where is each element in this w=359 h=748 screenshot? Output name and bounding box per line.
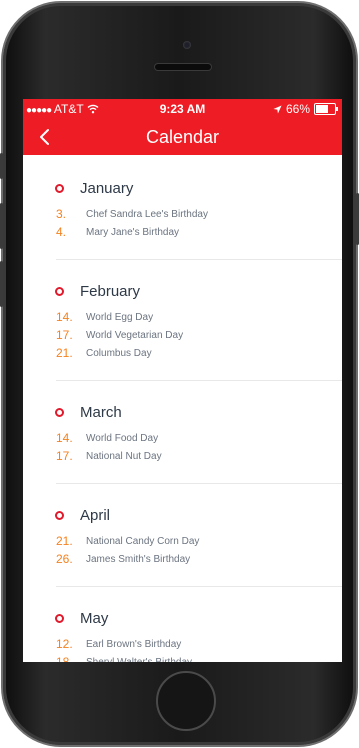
event-item[interactable]: 12. Earl Brown's Birthday xyxy=(23,635,342,653)
event-list: 21. National Candy Corn Day 26. James Smith… xyxy=(23,532,342,568)
event-item[interactable]: 26. James Smith's Birthday xyxy=(23,550,342,568)
event-title: National Candy Corn Day xyxy=(86,535,200,547)
battery-fill xyxy=(316,105,328,113)
event-list: 14. World Food Day 17. National Nut Day xyxy=(23,429,342,465)
status-right: 66% xyxy=(273,102,338,116)
month-bullet-icon xyxy=(55,613,64,623)
event-day: 21. xyxy=(56,346,73,360)
month-section: May 12. Earl Brown's Birthday 18. Sheryl Wal… xyxy=(23,587,342,662)
event-list: 3. Chef Sandra Lee's Birthday 4. Mary Jane'… xyxy=(23,205,342,241)
month-section: March 14. World Food Day 17. National Nut Da… xyxy=(23,381,342,465)
event-day: 14. xyxy=(56,431,73,445)
event-day: 14. xyxy=(56,310,73,324)
volume-up-button xyxy=(0,203,3,249)
event-list: 14. World Egg Day 17. World Vegetarian Day 2… xyxy=(23,308,342,362)
month-header: April xyxy=(23,505,342,525)
month-bullet-icon xyxy=(55,407,64,417)
status-bar: ●●●●● AT&T 9:23 AM 66% xyxy=(23,99,342,119)
event-item[interactable]: 14. World Egg Day xyxy=(23,308,342,326)
month-header: March xyxy=(23,402,342,422)
month-name: March xyxy=(80,403,122,421)
calendar-list[interactable]: January 3. Chef Sandra Lee's Birthday 4. Mar… xyxy=(23,155,342,662)
month-header: January xyxy=(23,178,342,198)
event-title: Sheryl Walter's Birthday xyxy=(86,656,193,663)
event-title: Columbus Day xyxy=(86,347,152,359)
month-section: January 3. Chef Sandra Lee's Birthday 4. Mar… xyxy=(23,155,342,241)
event-day: 4. xyxy=(56,225,67,239)
event-item[interactable]: 17. National Nut Day xyxy=(23,447,342,465)
event-title: Earl Brown's Birthday xyxy=(86,638,182,650)
month-section: February 14. World Egg Day 17. World Vegetar… xyxy=(23,260,342,362)
app-screen: ●●●●● AT&T 9:23 AM 66% Calendar January 3… xyxy=(23,99,342,662)
event-title: World Vegetarian Day xyxy=(86,329,184,341)
event-day: 18. xyxy=(56,655,73,662)
navigation-bar: Calendar xyxy=(23,119,342,155)
month-section: April 21. National Candy Corn Day 26. James … xyxy=(23,484,342,568)
event-day: 21. xyxy=(56,534,73,548)
page-title: Calendar xyxy=(145,127,220,147)
front-camera xyxy=(183,41,191,49)
event-title: Chef Sandra Lee's Birthday xyxy=(86,208,208,220)
event-day: 12. xyxy=(56,637,73,651)
event-day: 17. xyxy=(56,449,73,463)
event-title: World Food Day xyxy=(86,432,159,444)
event-item[interactable]: 4. Mary Jane's Birthday xyxy=(23,223,342,241)
month-name: February xyxy=(80,282,141,300)
event-title: Mary Jane's Birthday xyxy=(86,226,180,238)
event-day: 17. xyxy=(56,328,73,342)
month-name: May xyxy=(80,609,109,627)
event-day: 26. xyxy=(56,552,73,566)
mute-switch xyxy=(0,153,3,179)
event-item[interactable]: 21. Columbus Day xyxy=(23,344,342,362)
event-item[interactable]: 14. World Food Day xyxy=(23,429,342,447)
event-item[interactable]: 18. Sheryl Walter's Birthday xyxy=(23,653,342,662)
event-title: James Smith's Birthday xyxy=(86,553,191,565)
event-item[interactable]: 21. National Candy Corn Day xyxy=(23,532,342,550)
home-button[interactable] xyxy=(156,671,216,731)
month-bullet-icon xyxy=(55,286,64,296)
event-item[interactable]: 17. World Vegetarian Day xyxy=(23,326,342,344)
month-bullet-icon xyxy=(55,183,64,193)
event-title: World Egg Day xyxy=(86,311,154,323)
battery-icon xyxy=(314,103,338,115)
month-header: May xyxy=(23,608,342,628)
location-arrow-icon xyxy=(273,104,282,114)
event-item[interactable]: 3. Chef Sandra Lee's Birthday xyxy=(23,205,342,223)
month-bullet-icon xyxy=(55,510,64,520)
event-list: 12. Earl Brown's Birthday 18. Sheryl Walter… xyxy=(23,635,342,662)
event-title: National Nut Day xyxy=(86,450,162,462)
earpiece-speaker xyxy=(155,64,211,70)
volume-down-button xyxy=(0,261,3,307)
event-day: 3. xyxy=(56,207,67,221)
month-header: February xyxy=(23,281,342,301)
month-name: January xyxy=(80,179,134,197)
battery-percentage: 66% xyxy=(285,102,310,116)
month-name: April xyxy=(80,506,111,524)
